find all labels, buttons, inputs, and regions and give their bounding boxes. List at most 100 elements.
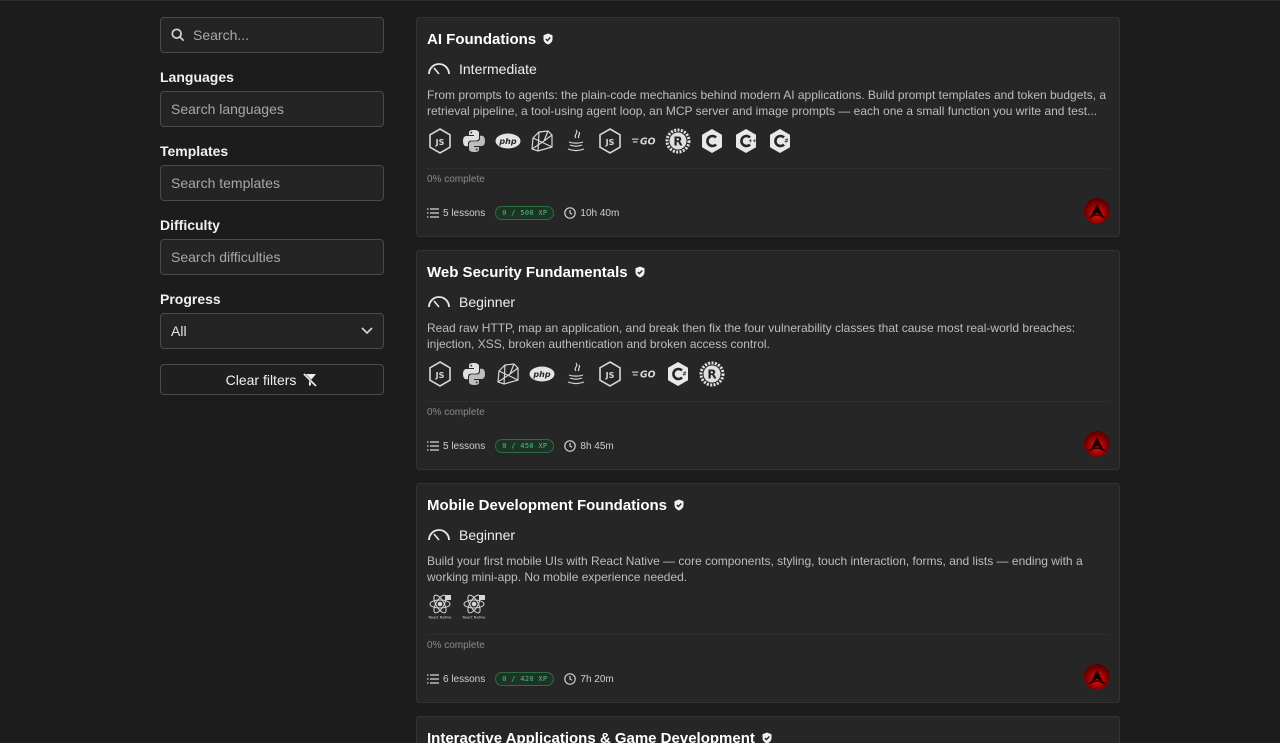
difficulty-level: Beginner [459,294,516,310]
templates-label: Templates [160,143,229,159]
react-native-icon: React Native [461,594,487,620]
clear-filters-label: Clear filters [225,371,297,388]
language-icons: React Native React Native [427,594,1109,620]
lessons-label: 6 lessons [443,673,486,685]
cpp-icon: ++ [733,128,759,154]
c-icon [699,128,725,154]
progress-label: Progress [160,291,221,307]
course-description: Build your first mobile UIs with React N… [427,554,1083,584]
gauge-icon [428,63,450,75]
go-icon: GO [631,361,657,387]
typescript-icon: JS [597,128,623,154]
xp-badge: 0 / 450 XP [495,439,555,453]
svg-text:R: R [673,135,682,149]
csharp-icon: # [665,361,691,387]
avatar-emblem-icon [1088,670,1106,685]
course-meta: 5 lessons 0 / 500 XP 10h 40m [427,206,619,220]
clock-icon [564,207,577,219]
lessons-label: 5 lessons [443,440,486,452]
course-meta: 6 lessons 0 / 420 XP 7h 20m [427,672,614,686]
svg-text:php: php [532,370,550,379]
xp-badge: 0 / 420 XP [495,672,555,686]
python-icon [461,361,487,387]
verified-icon [543,33,553,45]
java-icon [563,361,589,387]
react-native-icon: React Native [427,594,453,620]
progress-text: 0% complete [427,407,485,418]
verified-icon [762,732,772,743]
rust-icon: R [665,128,691,154]
course-description: From prompts to agents: the plain-code m… [427,88,1107,118]
languages-input[interactable] [171,101,373,117]
svg-text:JS: JS [605,138,615,147]
templates-input[interactable] [171,175,373,191]
course-card[interactable]: AI Foundations Intermediate From prompts… [416,17,1120,237]
ruby-icon [495,361,521,387]
author-avatar[interactable] [1084,198,1110,224]
templates-filter[interactable] [160,165,384,201]
difficulty-filter[interactable] [160,239,384,275]
course-search-box[interactable] [160,17,384,53]
lessons-label: 5 lessons [443,207,486,219]
clear-filters-button[interactable]: Clear filters [160,364,384,395]
course-title[interactable]: Interactive Applications & Game Developm… [427,730,755,743]
php-icon: php [495,128,521,154]
progress-selected-value: All [171,323,187,339]
duration: 7h 20m [564,673,614,685]
duration: 10h 40m [564,207,619,219]
svg-text:GO: GO [640,137,656,148]
svg-text:JS: JS [435,138,445,147]
gauge-icon [428,529,450,541]
course-title[interactable]: AI Foundations [427,31,536,48]
typescript-icon: JS [597,361,623,387]
php-icon: php [529,361,555,387]
react-native-caption: React Native [463,616,487,620]
author-avatar[interactable] [1084,431,1110,457]
course-card[interactable]: Interactive Applications & Game Developm… [416,716,1120,743]
list-icon [427,208,439,218]
python-icon [461,128,487,154]
languages-filter[interactable] [160,91,384,127]
gauge-icon [428,296,450,308]
difficulty-level: Beginner [459,527,516,543]
card-divider [427,401,1109,402]
rust-icon: R [699,361,725,387]
course-meta: 5 lessons 0 / 450 XP 8h 45m [427,439,614,453]
ruby-icon [529,128,555,154]
javascript-icon: JS [427,361,453,387]
difficulty-label: Difficulty [160,217,220,233]
search-input[interactable] [193,27,373,43]
difficulty-input[interactable] [171,249,373,265]
language-icons: JS php JS GO # R [427,361,1109,387]
list-icon [427,674,439,684]
language-icons: JS php JS GO R ++ # [427,128,1109,154]
svg-text:++: ++ [748,139,756,145]
go-icon: GO [631,128,657,154]
course-card[interactable]: Web Security Fundamentals Beginner Read … [416,250,1120,470]
top-border [0,0,1280,1]
chevron-down-icon [361,327,373,335]
progress-select[interactable]: All [160,313,384,349]
progress-text: 0% complete [427,640,485,651]
card-divider [427,634,1109,635]
javascript-icon: JS [427,128,453,154]
card-divider [427,168,1109,169]
course-title[interactable]: Web Security Fundamentals [427,264,628,281]
java-icon [563,128,589,154]
svg-text:JS: JS [435,371,445,380]
duration-label: 7h 20m [580,673,614,685]
course-card[interactable]: Mobile Development Foundations Beginner … [416,483,1120,703]
avatar-emblem-icon [1088,437,1106,452]
list-icon [427,441,439,451]
author-avatar[interactable] [1084,664,1110,690]
difficulty-level: Intermediate [459,61,537,77]
lessons-count: 6 lessons [427,674,485,685]
csharp-icon: # [767,128,793,154]
react-native-caption: React Native [429,616,453,620]
svg-text:R: R [707,368,716,382]
clock-icon [564,673,577,685]
lessons-count: 5 lessons [427,441,485,452]
course-title[interactable]: Mobile Development Foundations [427,497,667,514]
verified-icon [674,499,684,511]
duration-label: 8h 45m [580,440,614,452]
